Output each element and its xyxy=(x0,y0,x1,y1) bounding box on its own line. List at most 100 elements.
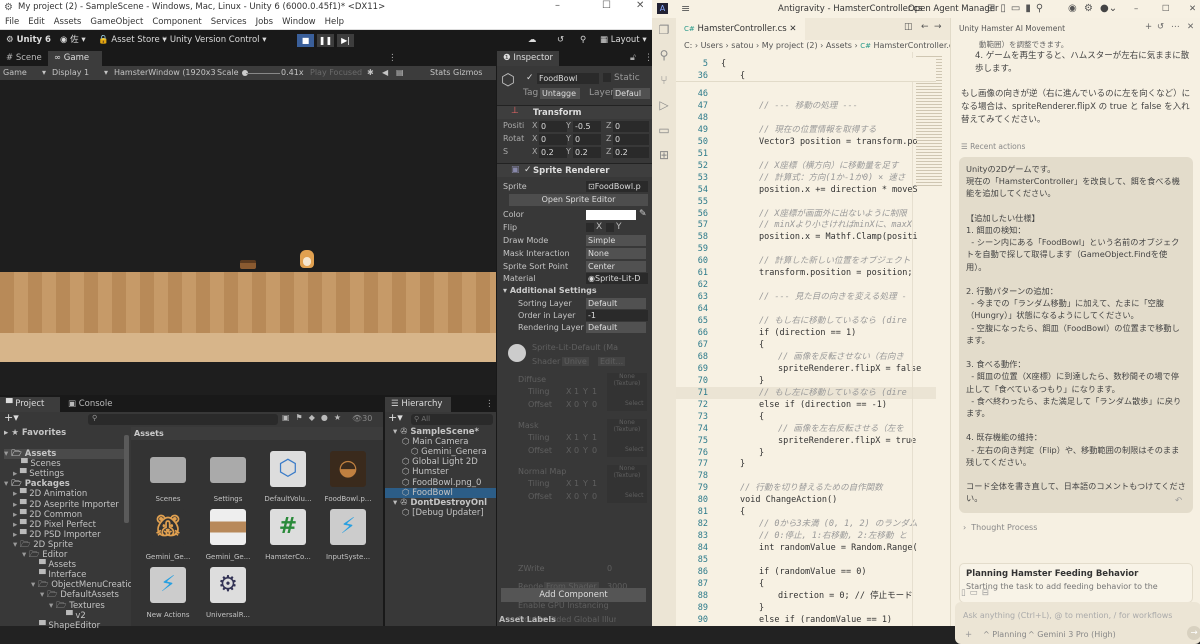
add-context-button[interactable]: + xyxy=(965,630,972,640)
menu-icon[interactable]: ≡ xyxy=(681,0,690,18)
transform-z-field[interactable]: 0.2 xyxy=(613,147,649,158)
menu-assets[interactable]: Assets xyxy=(54,17,82,27)
close-button[interactable]: ✕ xyxy=(636,0,644,11)
project-tree-item[interactable]: ▸ ▀ Settings xyxy=(13,469,64,479)
active-checkbox[interactable]: ✓ xyxy=(526,73,534,83)
account-avatar[interactable]: ●⌄ xyxy=(1100,0,1117,18)
project-tree-item[interactable]: ▸ ▀ 2D Aseprite Importer xyxy=(13,500,119,510)
sprite-renderer-header[interactable]: Sprite Renderer xyxy=(497,163,652,177)
x-field[interactable]: 1 xyxy=(574,479,579,488)
breadcrumb-item[interactable]: My project (2) xyxy=(762,41,818,50)
asset-store-button[interactable]: 🔒 Asset Store ▾ xyxy=(98,30,167,51)
breadcrumb-item[interactable]: HamsterController.cs xyxy=(874,41,950,50)
go-back-icon[interactable]: ← xyxy=(921,22,929,32)
extensions-icon[interactable]: ⊞ xyxy=(652,143,676,168)
fold-arrow-icon[interactable]: ▾ xyxy=(49,601,56,611)
menu-component[interactable]: Component xyxy=(152,17,201,27)
flip-y-checkbox[interactable] xyxy=(606,223,614,232)
remote-explorer-icon[interactable]: ▭ xyxy=(652,118,676,143)
game-mode-dropdown[interactable]: Game xyxy=(3,66,27,80)
chat-input[interactable]: Ask anything (Ctrl+L), @ to mention, / f… xyxy=(955,602,1200,644)
project-tree-item[interactable]: ▀ Assets xyxy=(31,560,76,570)
hierarchy-scene[interactable]: ▾ ✇ SampleScene* xyxy=(385,427,496,437)
maximize-button[interactable]: ☐ xyxy=(602,0,611,11)
minimap[interactable] xyxy=(912,52,948,626)
menu-jobs[interactable]: Jobs xyxy=(256,17,274,27)
transform-x-field[interactable]: 0 xyxy=(539,134,567,145)
hidden-packages-count[interactable]: 👁︎30 xyxy=(352,414,372,423)
mode-dropdown[interactable]: ^ Planning xyxy=(983,630,1027,639)
sprite-sort-point-dropdown[interactable]: Center xyxy=(586,261,646,272)
project-tree-item[interactable]: ▾ 🗁︎ DefaultAssets xyxy=(40,590,119,600)
eyedropper-icon[interactable]: ✎ xyxy=(639,209,647,219)
menu-file[interactable]: File xyxy=(5,17,19,27)
select-texture-button[interactable]: Select xyxy=(625,446,644,453)
project-tree-item[interactable]: ▾ 🗁︎ 2D Sprite xyxy=(13,540,73,550)
model-dropdown[interactable]: ^ Gemini 3 Pro (High) xyxy=(1028,630,1116,639)
asset-item[interactable]: 🐹︎Gemini_Ge... xyxy=(137,509,199,561)
pause-button[interactable]: ❚❚ xyxy=(317,34,334,47)
source-control-icon[interactable]: ⑂ xyxy=(652,68,676,93)
project-tree-item[interactable]: ▾ 🗁︎ Packages xyxy=(4,479,70,489)
transform-x-field[interactable]: 0.2 xyxy=(539,147,567,158)
shader-dropdown[interactable]: Unive xyxy=(562,357,589,366)
settings-icon[interactable]: ⚙ xyxy=(1084,0,1093,18)
project-search-input[interactable]: ⚲ xyxy=(88,414,278,425)
breadcrumb-item[interactable]: Assets xyxy=(826,41,852,50)
mask-interaction-dropdown[interactable]: None xyxy=(586,248,646,259)
tab-inspector[interactable]: ❶ Inspector xyxy=(497,51,559,66)
sprite-field[interactable]: ⊡FoodBowl.p xyxy=(586,181,648,192)
more-icon[interactable]: ⋯ xyxy=(1171,22,1180,32)
display-dropdown[interactable]: Display 1 xyxy=(52,66,89,80)
undo-icon[interactable]: ↶ xyxy=(1175,496,1182,506)
minimize-button[interactable]: – xyxy=(555,0,560,11)
hierarchy-search-input[interactable]: ⚲ All xyxy=(411,414,493,425)
breadcrumb-item[interactable]: satou xyxy=(731,41,753,50)
play-button[interactable]: ■ xyxy=(297,34,314,47)
project-tree-item[interactable]: ▸ ▀ 2D Common xyxy=(13,510,82,520)
project-tree-item[interactable]: ▸ ▀ 2D Pixel Perfect xyxy=(13,520,96,530)
transform-z-field[interactable]: 0 xyxy=(613,121,649,132)
layout-toggle-icons[interactable]: ⊞▯▭▮⚲ xyxy=(987,0,1048,18)
color-swatch[interactable] xyxy=(586,210,636,220)
layout-dropdown[interactable]: ▦ Layout ▾ xyxy=(600,30,647,51)
tree-scrollbar[interactable] xyxy=(124,435,129,523)
menu-gameobject[interactable]: GameObject xyxy=(90,17,143,27)
transform-y-field[interactable]: 0 xyxy=(573,134,601,145)
material-field[interactable]: ◉Sprite-Lit-D xyxy=(586,273,648,284)
x-field[interactable]: 0 xyxy=(574,492,579,501)
history-icon[interactable]: ↺ xyxy=(557,30,564,51)
hierarchy-item[interactable]: ⬡ FoodBowl.png_0 xyxy=(385,478,496,488)
order-in-layer-field[interactable]: -1 xyxy=(586,310,648,321)
planning-card[interactable]: Planning Hamster Feeding Behavior Starti… xyxy=(959,563,1193,603)
extensions-icon[interactable]: ◉ xyxy=(1068,0,1077,18)
menu-services[interactable]: Services xyxy=(211,17,247,27)
fold-arrow-icon[interactable]: ▸ xyxy=(13,520,20,530)
project-tree-item[interactable]: ▾ 🗁︎ Editor xyxy=(22,550,67,560)
project-tree-item[interactable]: ▾ 🗁︎ Textures xyxy=(49,601,105,611)
account-dropdown[interactable]: ◉ 佐 ▾ xyxy=(60,30,86,51)
send-button[interactable]: → xyxy=(1187,626,1200,640)
fold-arrow-icon[interactable]: ▸ xyxy=(13,530,20,540)
stats-button[interactable]: Stats xyxy=(430,66,450,80)
fold-arrow-icon[interactable]: ▾ xyxy=(22,550,29,560)
shader-edit-button[interactable]: Edit... xyxy=(598,357,625,366)
keyboard-icon[interactable]: ▤ xyxy=(396,66,404,80)
tab-game[interactable]: ∞ Game xyxy=(48,51,102,66)
fold-arrow-icon[interactable] xyxy=(31,560,39,570)
zwrite-value[interactable]: 0 xyxy=(607,564,612,573)
hierarchy-item[interactable]: ⬡ Global Light 2D xyxy=(385,457,496,467)
hierarchy-item[interactable]: ⬡ [Debug Updater] xyxy=(385,508,496,518)
fold-arrow-icon[interactable] xyxy=(31,570,39,580)
tag-dropdown[interactable]: Untagge xyxy=(540,88,580,99)
project-tree-item[interactable]: ▸ ▀ 2D Animation xyxy=(13,489,87,499)
asset-item[interactable]: ◒FoodBowl.p... xyxy=(317,451,379,503)
tab-hierarchy[interactable]: ☰ Hierarchy xyxy=(385,397,451,412)
menu-window[interactable]: Window xyxy=(282,17,316,27)
close-panel-icon[interactable]: ✕ xyxy=(1187,22,1194,32)
transform-header[interactable]: Transform xyxy=(497,105,652,119)
fold-arrow-icon[interactable]: ▸ xyxy=(13,500,20,510)
unity-account-button[interactable]: ⚙ Unity 6 xyxy=(6,30,51,51)
sprite-renderer-enabled-checkbox[interactable]: ✓ xyxy=(524,165,532,175)
asset-item[interactable]: Scenes xyxy=(137,451,199,503)
